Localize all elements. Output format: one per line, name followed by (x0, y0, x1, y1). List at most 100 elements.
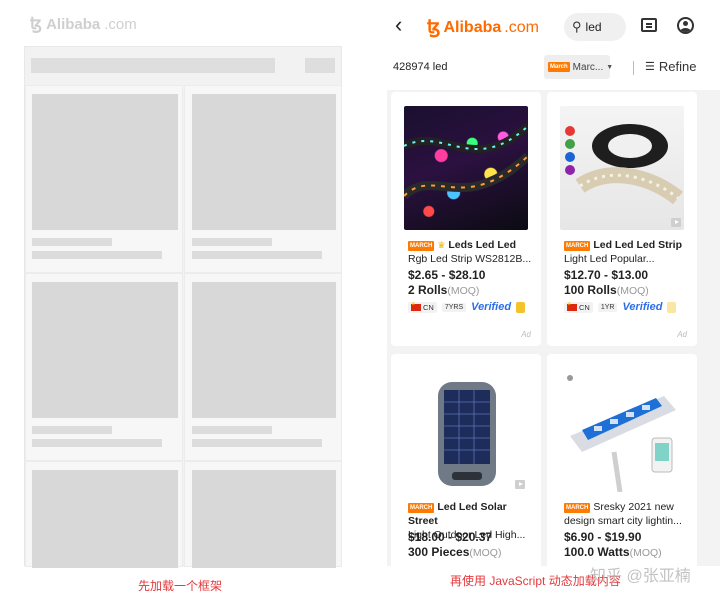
skeleton-caption: 先加载一个框架 (138, 579, 223, 593)
refine-label: Refine (658, 59, 697, 74)
skeleton-line (192, 426, 272, 434)
search-box[interactable]: ⚲ led (564, 13, 626, 41)
product-title: MARCH Led Led Led Strip Light Led Popular… (564, 238, 689, 266)
logo-domain: .com (504, 18, 539, 36)
supplier-badges: CN 7YRS Verified (408, 301, 526, 313)
march-tag: MARCH (564, 241, 591, 251)
chevron-down-icon: ▼ (606, 63, 614, 71)
filter-lines-icon: ☰ (645, 61, 655, 73)
verified-badge: Verified (471, 301, 512, 313)
led-strip-graphic (404, 123, 528, 200)
march-tag: MARCH (408, 241, 435, 251)
led-strip-reel-product-image (560, 106, 684, 230)
title-line-1: Sresky 2021 new (593, 501, 674, 513)
skeleton-line (192, 238, 272, 246)
skeleton-image-placeholder (32, 94, 178, 230)
led-reel-graphic (565, 124, 683, 205)
product-title: MARCH ♛ Leds Led Led Rgb Led Strip WS2812… (408, 238, 533, 266)
verified-badge: Verified (622, 301, 663, 313)
search-icon: ⚲ (572, 19, 582, 34)
skeleton-logo-brand: Alibaba (46, 15, 101, 33)
years-badge: 1YR (597, 302, 618, 312)
country-badge: CN (408, 301, 437, 313)
country-code: CN (579, 302, 590, 312)
skeleton-card (184, 461, 342, 568)
comparison-figure: ꜩ Alibaba .com 先加载一个框架 ‹ ꜩ Alibaba .com … (0, 0, 720, 606)
watermark: 知乎 @张亚楠 (590, 568, 691, 585)
skeleton-image-placeholder (192, 470, 336, 568)
user-icon[interactable] (677, 17, 694, 34)
gold-supplier-icon (516, 301, 526, 313)
top-nav: ‹ ꜩ Alibaba .com ⚲ led (387, 0, 720, 52)
moq-unit: (MOQ) (629, 547, 662, 559)
skeleton-line (32, 251, 162, 259)
ad-label: Ad (521, 330, 531, 339)
product-card[interactable]: MARCH Led Led Solar Street Light Outdoor … (391, 354, 541, 566)
title-line-2: Rgb Led Strip WS2812B... (408, 253, 532, 265)
search-query: led (585, 20, 602, 34)
skeleton-image-placeholder (32, 470, 178, 568)
crown-icon: ♛ (437, 240, 446, 250)
skeleton-line (192, 439, 322, 447)
chevron-left-icon[interactable]: ‹ (395, 12, 402, 38)
skeleton-card (25, 273, 183, 461)
years-badge: 7YRS (441, 302, 467, 312)
title-line-2: Light Led Popular... (564, 253, 655, 265)
skeleton-toolbar-placeholder (31, 58, 275, 73)
skeleton-line (32, 238, 112, 246)
product-moq: 100 Rolls(MOQ) (564, 283, 649, 297)
product-moq: 2 Rolls(MOQ) (408, 283, 479, 297)
skeleton-image-placeholder (32, 282, 178, 418)
country-code: CN (423, 302, 434, 312)
moq-qty: 100 Rolls (564, 283, 617, 297)
smart-light-graphic (567, 375, 676, 492)
led-strip-product-image (404, 106, 528, 230)
toolbar-divider (633, 61, 634, 75)
skeleton-line (32, 426, 112, 434)
moq-qty: 100.0 Watts (564, 545, 630, 559)
china-flag-icon (567, 301, 577, 311)
moq-unit: (MOQ) (616, 285, 649, 297)
title-line-1: Leds Led Led (448, 239, 517, 251)
video-play-icon[interactable] (515, 480, 525, 489)
skeleton-line (32, 439, 162, 447)
filter-label: Marc... (572, 61, 604, 73)
skeleton-card (184, 273, 342, 461)
country-badge: CN (564, 301, 593, 313)
march-tag: MARCH (564, 503, 591, 513)
refine-button[interactable]: ☰ Refine (645, 59, 696, 74)
product-card[interactable]: MARCH ♛ Leds Led Led Rgb Led Strip WS2812… (391, 92, 541, 346)
moq-qty: 300 Pieces (408, 545, 470, 559)
alibaba-logo-icon: ꜩ (30, 14, 43, 33)
product-moq: 300 Pieces(MOQ) (408, 545, 501, 559)
skeleton-panel: ꜩ Alibaba .com 先加载一个框架 (0, 0, 360, 606)
alibaba-logo-icon: ꜩ (427, 17, 441, 38)
product-card[interactable]: MARCH Sresky 2021 new design smart city l… (547, 354, 697, 566)
skeleton-logo: ꜩ Alibaba .com (30, 14, 137, 34)
product-card[interactable]: MARCH Led Led Led Strip Light Led Popular… (547, 92, 697, 346)
gold-supplier-icon (667, 301, 677, 313)
product-price: $6.90 - $19.90 (564, 530, 642, 544)
skeleton-image-placeholder (192, 282, 336, 418)
moq-qty: 2 Rolls (408, 283, 448, 297)
china-flag-icon (411, 301, 421, 311)
product-price: $18.00 - $20.37 (408, 530, 493, 544)
skeleton-card (25, 461, 183, 568)
product-price: $2.65 - $28.10 (408, 268, 486, 282)
message-icon[interactable] (641, 18, 657, 32)
march-tag: MARCH (408, 503, 435, 513)
skeleton-image-placeholder (192, 94, 336, 230)
moq-unit: (MOQ) (447, 285, 480, 297)
skeleton-card (184, 85, 342, 273)
results-toolbar: 428974 led March Marc... ▼ ☰ Refine (387, 52, 720, 84)
title-line-1: Led Led Led Strip (593, 239, 683, 251)
skeleton-logo-domain: .com (104, 15, 137, 33)
title-line-2: design smart city lightin... (564, 515, 682, 527)
product-grid: MARCH ♛ Leds Led Led Rgb Led Strip WS2812… (387, 90, 720, 566)
smart-street-light-product-image (560, 368, 684, 492)
video-play-icon[interactable] (671, 218, 681, 227)
march-filter-dropdown[interactable]: March Marc... ▼ (544, 55, 614, 79)
moq-unit: (MOQ) (469, 547, 502, 559)
result-count: 428974 led (393, 61, 448, 73)
alibaba-logo[interactable]: ꜩ Alibaba .com (427, 16, 539, 39)
